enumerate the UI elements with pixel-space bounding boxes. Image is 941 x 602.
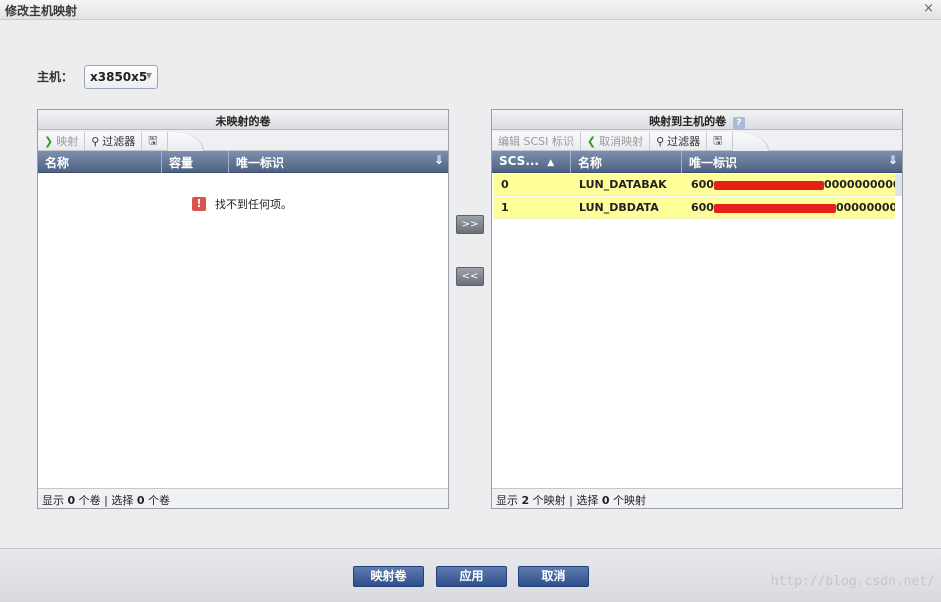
- status-shown-count: 2: [521, 494, 530, 507]
- status-shown-count: 0: [67, 494, 76, 507]
- toolbar: 编辑 SCSI 标识 ❮ 取消映射 ⚲ 过滤器 🖫: [492, 130, 902, 151]
- mapped-volumes-panel: 映射到主机的卷 ? 编辑 SCSI 标识 ❮ 取消映射 ⚲ 过滤器 🖫 SCS.…: [491, 109, 903, 509]
- status-suffix: 个映射: [613, 494, 647, 507]
- panel-title: 映射到主机的卷 ?: [492, 110, 902, 130]
- column-header: SCS... ▲ 名称 唯一标识 ⇓: [492, 151, 902, 173]
- close-icon[interactable]: ×: [923, 1, 934, 16]
- title-bar: 修改主机映射 ×: [0, 0, 941, 20]
- column-menu-icon[interactable]: ⇓: [434, 153, 444, 167]
- search-icon: ⚲: [656, 134, 665, 148]
- status-bar: 显示 2 个映射 | 选择 0 个映射: [492, 488, 902, 508]
- scsi-id-cell: 1: [501, 201, 509, 214]
- empty-message: ! 找不到任何项。: [192, 196, 292, 212]
- unmap-button-label: 取消映射: [599, 135, 644, 148]
- uid-suffix: 0000000000...: [835, 201, 895, 214]
- column-menu-icon[interactable]: ⇓: [888, 153, 898, 167]
- watermark: http://blog.csdn.net/: [770, 574, 935, 589]
- cancel-button[interactable]: 取消: [518, 566, 589, 587]
- unmap-button[interactable]: ❮ 取消映射: [580, 132, 651, 150]
- sort-ascending-icon: ▲: [547, 158, 555, 168]
- filter-button[interactable]: ⚲ 过滤器: [650, 132, 708, 150]
- uid-prefix: 600: [691, 178, 714, 191]
- column-uid[interactable]: 唯一标识: [682, 151, 743, 173]
- host-select-value: x3850x5: [90, 70, 148, 84]
- unmapped-volumes-panel: 未映射的卷 ❯ 映射 ⚲ 过滤器 🖫 名称 容量 唯一标识 ⇓ ! 找不到任何项…: [37, 109, 449, 509]
- column-name[interactable]: 名称: [38, 151, 162, 173]
- status-mid: 个卷 | 选择: [78, 494, 134, 507]
- redaction-mark: [713, 180, 824, 190]
- apply-button[interactable]: 应用: [436, 566, 507, 587]
- add-mapping-button[interactable]: >>: [456, 215, 484, 234]
- volume-name-cell: LUN_DBDATA: [579, 201, 659, 214]
- host-select[interactable]: x3850x5 ▼: [84, 65, 158, 89]
- save-button[interactable]: 🖫: [707, 132, 733, 150]
- chevron-down-icon: ▼: [145, 71, 152, 80]
- edit-scsi-id-button[interactable]: 编辑 SCSI 标识: [492, 132, 581, 150]
- help-icon[interactable]: ?: [732, 117, 745, 129]
- volume-name-cell: LUN_DATABAK: [579, 178, 667, 191]
- window-title: 修改主机映射: [5, 4, 78, 18]
- scrollbar[interactable]: [895, 174, 902, 196]
- save-icon: 🖫: [713, 133, 723, 147]
- redaction-mark: [713, 203, 836, 213]
- uid-prefix: 600: [691, 201, 714, 214]
- status-suffix: 个卷: [148, 494, 171, 507]
- uid-cell: 600 0000000000...: [683, 201, 895, 214]
- panel-title: 未映射的卷: [38, 110, 448, 130]
- error-icon: !: [192, 197, 206, 211]
- table-row[interactable]: 1 LUN_DBDATA 600 0000000000...: [493, 197, 895, 219]
- status-mid: 个映射 | 选择: [532, 494, 599, 507]
- map-volume-button[interactable]: 映射卷: [353, 566, 424, 587]
- save-icon: 🖫: [148, 133, 158, 147]
- column-header: 名称 容量 唯一标识 ⇓: [38, 151, 448, 173]
- remove-mapping-button[interactable]: <<: [456, 267, 484, 286]
- filter-button-label: 过滤器: [667, 135, 701, 148]
- panel-title-text: 映射到主机的卷: [649, 115, 727, 128]
- scsi-id-cell: 0: [501, 178, 509, 191]
- column-name[interactable]: 名称: [571, 151, 682, 173]
- column-capacity[interactable]: 容量: [162, 151, 229, 173]
- column-uid[interactable]: 唯一标识: [229, 151, 290, 173]
- edit-scsi-id-label: 编辑 SCSI 标识: [498, 135, 574, 148]
- status-selected-count: 0: [136, 494, 145, 507]
- host-label: 主机：: [37, 70, 74, 84]
- chevron-left-icon: ❮: [586, 134, 597, 148]
- status-prefix: 显示: [496, 494, 518, 507]
- empty-message-text: 找不到任何项。: [215, 198, 292, 211]
- status-bar: 显示 0 个卷 | 选择 0 个卷: [38, 488, 448, 508]
- status-prefix: 显示: [42, 494, 64, 507]
- chevron-right-icon: ❯: [44, 134, 54, 148]
- column-scsi[interactable]: SCS... ▲: [492, 151, 571, 173]
- map-button[interactable]: ❯ 映射: [38, 132, 86, 150]
- column-scsi-label: SCS...: [499, 154, 539, 168]
- filter-button[interactable]: ⚲ 过滤器: [85, 132, 143, 150]
- uid-suffix: 0000000000...: [823, 178, 895, 191]
- status-selected-count: 0: [601, 494, 610, 507]
- search-icon: ⚲: [91, 134, 100, 148]
- table-row[interactable]: 0 LUN_DATABAK 600 0000000000...: [493, 174, 895, 196]
- map-button-label: 映射: [56, 135, 79, 148]
- save-button[interactable]: 🖫: [142, 132, 168, 150]
- toolbar: ❯ 映射 ⚲ 过滤器 🖫: [38, 130, 448, 151]
- uid-cell: 600 0000000000...: [683, 178, 895, 191]
- filter-button-label: 过滤器: [102, 135, 136, 148]
